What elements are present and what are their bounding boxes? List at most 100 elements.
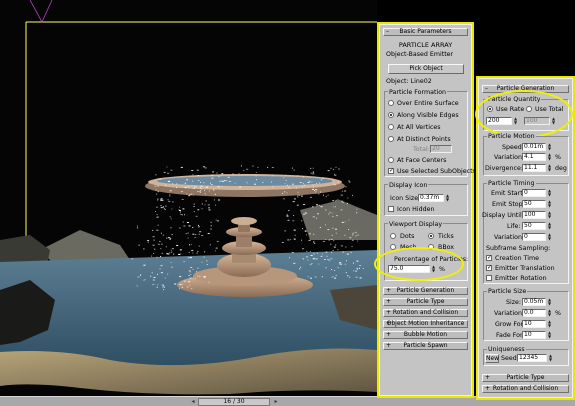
subframe-sampling-label: Subframe Sampling:	[486, 245, 551, 252]
seed-field[interactable]: 12345	[517, 354, 547, 362]
grow-for-field[interactable]: 10	[522, 320, 546, 328]
radio-face-centers[interactable]	[388, 157, 394, 163]
fade-for-label: Fade For:	[496, 332, 525, 339]
display-icon-title: Display Icon	[388, 182, 429, 189]
display-until-spinner[interactable]: ▲ ▼	[547, 211, 552, 219]
emitter-translation-checkbox[interactable]: ✓	[486, 265, 492, 271]
previous-frame-icon[interactable]: ◂	[188, 398, 198, 406]
icon-hidden-checkbox[interactable]	[388, 206, 394, 212]
life-field[interactable]: 50	[522, 222, 546, 230]
life-spinner[interactable]: ▲ ▼	[547, 222, 552, 230]
icon-hidden-label: Icon Hidden	[397, 206, 435, 213]
fountain-scene	[0, 0, 377, 395]
ticks-label: Ticks	[438, 233, 454, 240]
speed-spinner[interactable]: ▲ ▼	[547, 143, 552, 151]
speed-label: Speed:	[502, 144, 524, 151]
size-title: Particle Size	[487, 288, 528, 295]
seed-spinner[interactable]: ▲ ▼	[548, 354, 553, 362]
emit-start-field[interactable]: 0	[522, 189, 546, 197]
size-spinner[interactable]: ▲ ▼	[547, 298, 552, 306]
icon-size-field[interactable]: 0.37m	[418, 194, 444, 202]
radio-dots[interactable]	[390, 233, 396, 239]
size-variation-unit: %	[555, 310, 561, 317]
size-variation-spinner[interactable]: ▲ ▼	[547, 309, 552, 317]
emit-stop-field[interactable]: 50	[522, 200, 546, 208]
rock-back-right	[300, 200, 377, 240]
rollout-bubble-motion[interactable]: + Bubble Motion	[383, 331, 468, 339]
new-seed-button[interactable]: New	[485, 354, 499, 363]
fade-for-spinner[interactable]: ▲ ▼	[547, 331, 552, 339]
emitter-rotation-label: Emitter Rotation	[495, 275, 547, 282]
highlight-circle-quantity	[475, 90, 573, 138]
rollout-rotation-collision-2[interactable]: + Rotation and Collision	[482, 385, 569, 393]
highlight-circle-percentage	[374, 247, 464, 281]
divergence-field[interactable]: 11.1	[522, 164, 546, 172]
rollout-particle-type[interactable]: + Particle Type	[383, 298, 468, 306]
display-until-label: Display Until:	[482, 212, 524, 219]
formation-title: Particle Formation	[388, 89, 448, 96]
rollout-particle-spawn[interactable]: + Particle Spawn	[383, 342, 468, 350]
use-selected-label: Use Selected SubObjects	[397, 168, 476, 175]
display-until-field[interactable]: 100	[522, 211, 546, 219]
radio-all-vertices[interactable]	[388, 124, 394, 130]
radio-ticks[interactable]	[428, 233, 434, 239]
motion-variation-spinner[interactable]: ▲ ▼	[547, 153, 552, 161]
creation-time-label: Creation Time	[495, 255, 540, 262]
emit-stop-label: Emit Stop:	[492, 201, 525, 208]
emitter-rotation-checkbox[interactable]	[486, 275, 492, 281]
viewport-display-title: Viewport Display	[388, 221, 444, 228]
emit-start-label: Emit Start:	[491, 190, 525, 197]
radio-along-edges[interactable]	[388, 112, 394, 118]
use-selected-checkbox[interactable]: ✓	[388, 168, 394, 174]
over-surface-label: Over Entire Surface	[397, 100, 459, 107]
size-variation-field[interactable]: 0.0	[522, 309, 546, 317]
size-field[interactable]: 0.05m	[522, 298, 546, 306]
grow-for-label: Grow For:	[495, 321, 526, 328]
rollout-particle-generation[interactable]: + Particle Generation	[383, 287, 468, 295]
uniqueness-title: Uniqueness	[487, 346, 526, 353]
perspective-viewport[interactable]	[0, 0, 377, 396]
emitter-label: Object-Based Emitter	[386, 51, 454, 58]
speed-field[interactable]: 0.01m	[522, 143, 546, 151]
divergence-label: Divergence:	[485, 165, 523, 172]
motion-variation-label: Variation:	[494, 154, 525, 161]
rollout-basic-parameters[interactable]: – Basic Parameters	[383, 28, 468, 36]
all-vertices-label: At All Vertices	[397, 124, 441, 131]
particle-generation-panel: – Particle Generation Particle Quantity U…	[475, 76, 575, 400]
timing-variation-field[interactable]: 0	[522, 233, 546, 241]
timing-variation-spinner[interactable]: ▲ ▼	[547, 233, 552, 241]
icon-size-label: Icon Size:	[390, 195, 421, 202]
life-label: Life:	[507, 223, 521, 230]
frame-counter: 16 / 30	[223, 398, 245, 405]
distinct-points-label: At Distinct Points	[397, 136, 451, 143]
face-centers-label: At Face Centers	[397, 157, 447, 164]
creation-time-checkbox[interactable]: ✓	[486, 255, 492, 261]
radio-distinct-points[interactable]	[388, 136, 394, 142]
rollout-rotation-collision[interactable]: + Rotation and Collision	[383, 309, 468, 317]
emitter-translation-label: Emitter Translation	[495, 265, 555, 272]
camera-lines	[29, 0, 53, 23]
total-field[interactable]: 20	[430, 145, 452, 153]
rollout-particle-type-2[interactable]: + Particle Type	[482, 374, 569, 382]
motion-variation-unit: %	[555, 154, 561, 161]
emit-start-spinner[interactable]: ▲ ▼	[547, 189, 552, 197]
size-label: Size:	[506, 299, 522, 306]
rollout-object-motion-inheritance[interactable]: + Object Motion Inheritance	[383, 320, 468, 328]
radio-over-surface[interactable]	[388, 100, 394, 106]
dots-label: Dots	[400, 233, 415, 240]
object-name-label: Object: Line02	[386, 78, 432, 85]
motion-variation-field[interactable]: 4.1	[522, 153, 546, 161]
along-edges-label: Along Visible Edges	[397, 112, 459, 119]
time-slider[interactable]: 16 / 30	[198, 398, 270, 406]
timing-variation-label: Variation:	[494, 234, 525, 241]
divergence-spinner[interactable]: ▲ ▼	[547, 164, 552, 172]
grow-for-spinner[interactable]: ▲ ▼	[547, 320, 552, 328]
icon-size-spinner[interactable]: ▲ ▼	[445, 194, 450, 202]
size-variation-label: Variation:	[494, 310, 525, 317]
next-frame-icon[interactable]: ▸	[271, 398, 281, 406]
basic-parameters-panel: – Basic Parameters PARTICLE ARRAY Object-…	[374, 22, 476, 398]
pick-object-button[interactable]: Pick Object	[388, 64, 464, 74]
motion-title: Particle Motion	[487, 133, 536, 140]
emit-stop-spinner[interactable]: ▲ ▼	[547, 200, 552, 208]
fade-for-field[interactable]: 10	[522, 331, 546, 339]
